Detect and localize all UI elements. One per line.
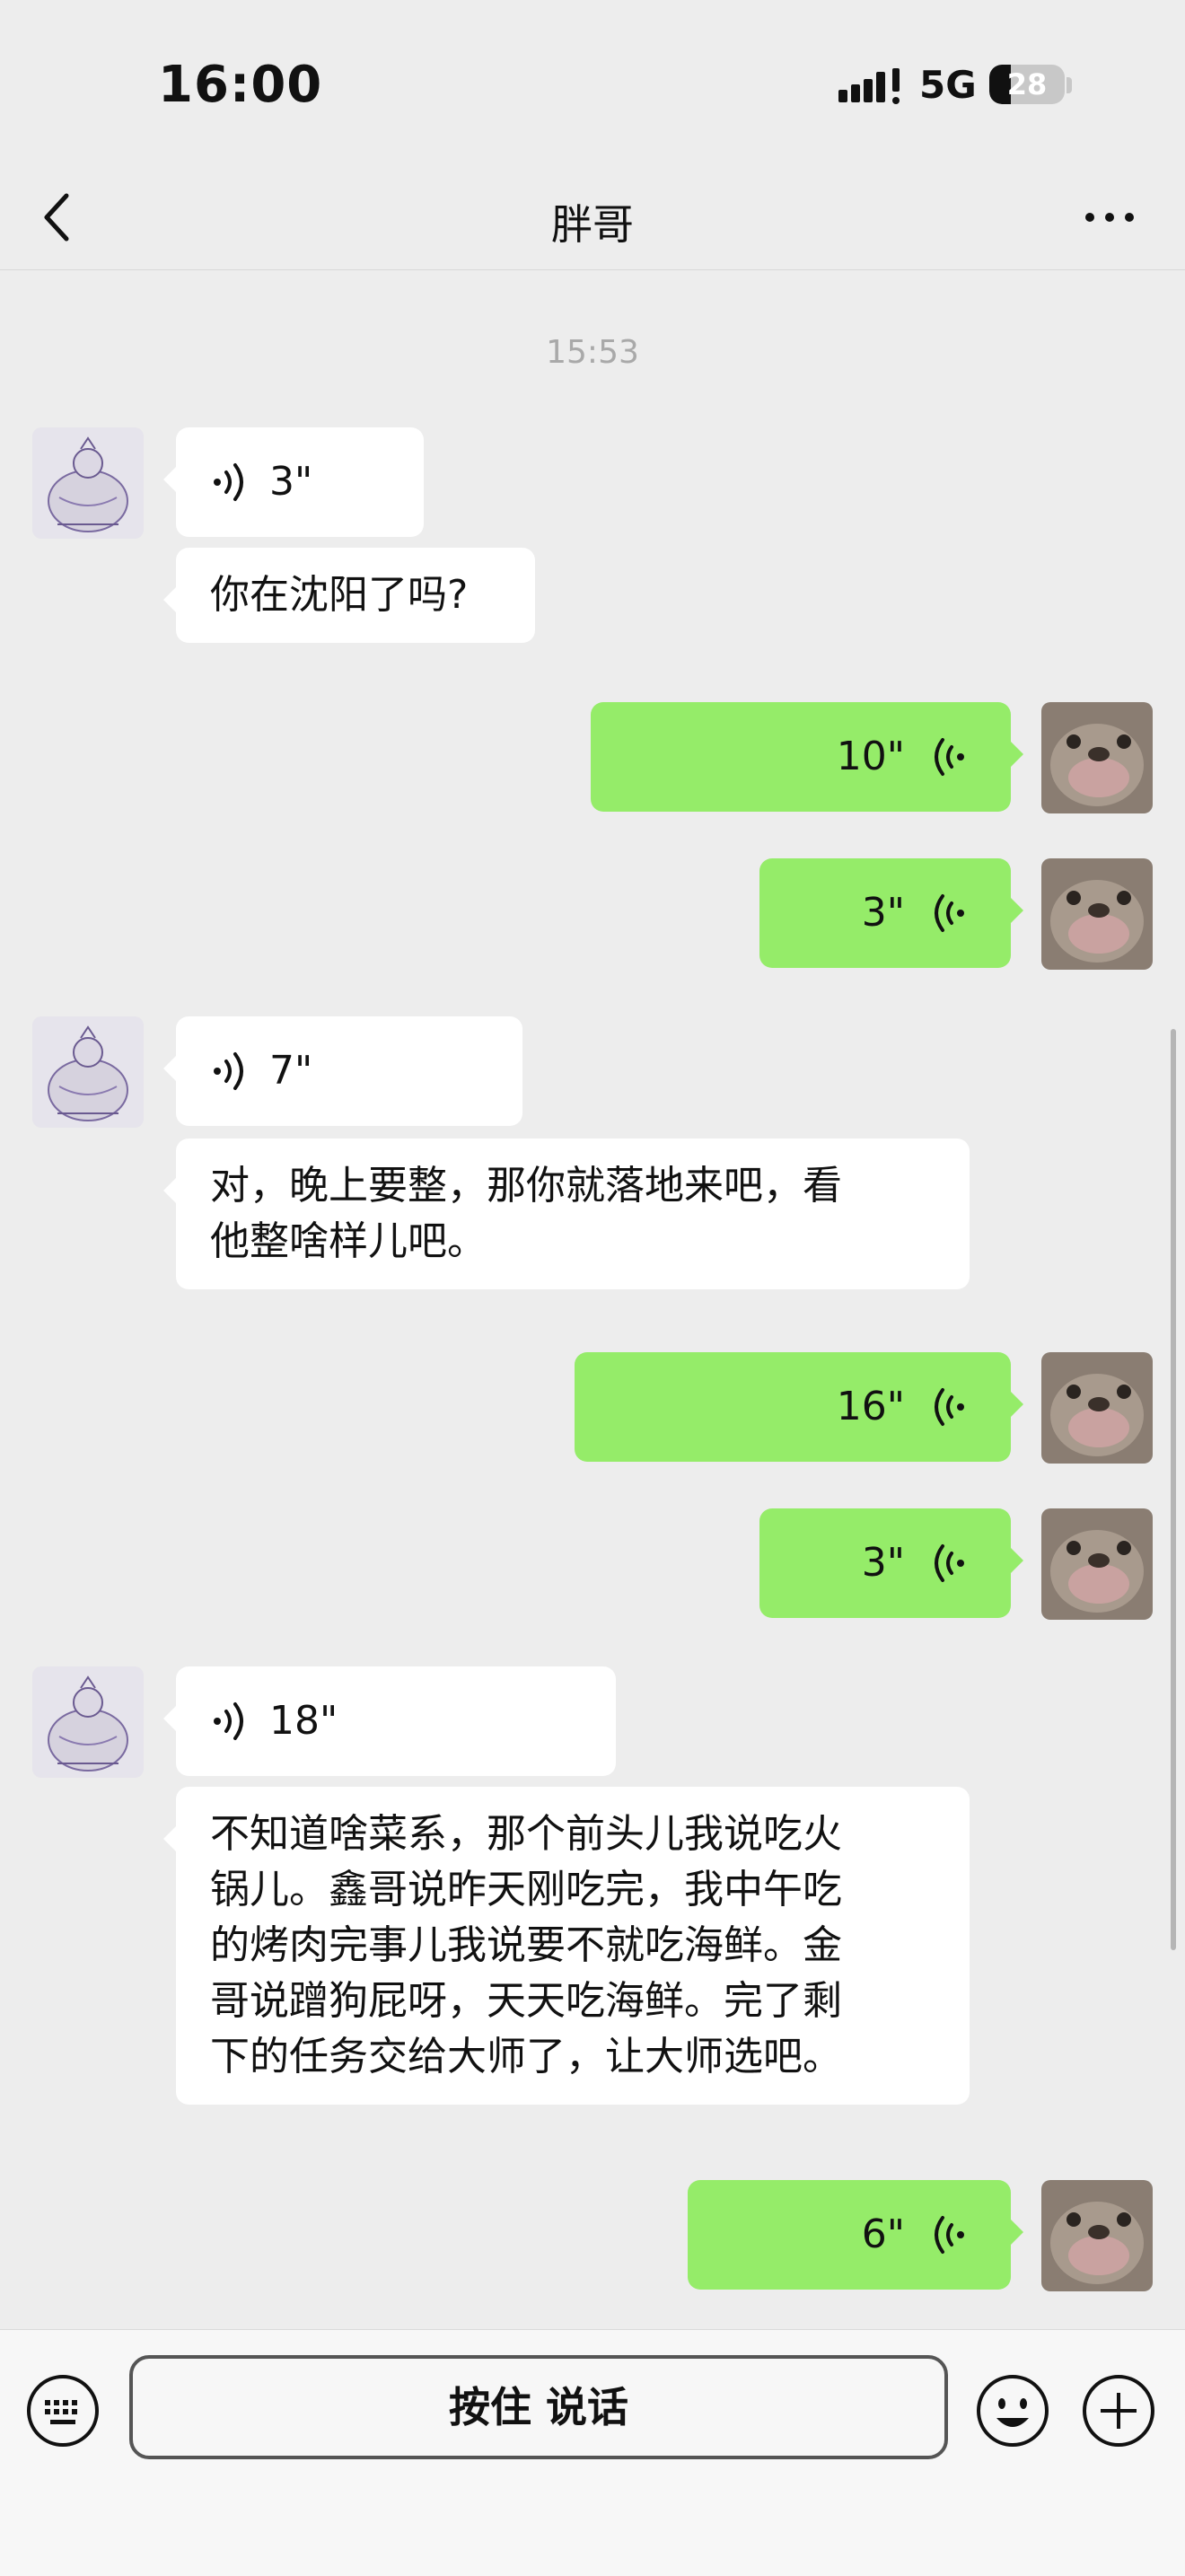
message-line: 锅儿。鑫哥说昨天刚吃完，我中午吃 (210, 1867, 842, 1912)
chat-header: 胖哥 (0, 171, 1185, 270)
status-bar: 16:00 5G 28 (0, 0, 1185, 171)
network-type: 5G (919, 63, 977, 107)
text-message-incoming[interactable]: 你在沈阳了吗? (163, 548, 535, 643)
voice-message-outgoing[interactable]: 16" (575, 1352, 1023, 1462)
voice-message-outgoing[interactable]: 10" (591, 702, 1023, 812)
voice-wave-icon (935, 894, 964, 932)
hold-to-talk-button[interactable]: 按住 说话 (129, 2355, 948, 2459)
voice-message-incoming[interactable]: 7" (163, 1016, 522, 1126)
voice-duration: 3" (861, 1540, 905, 1586)
self-avatar[interactable] (1041, 702, 1153, 813)
input-bar: 按住 说话 (0, 2329, 1185, 2576)
message-line: 对，晚上要整，那你就落地来吧，看 (210, 1163, 842, 1209)
text-message-incoming[interactable]: 不知道啥菜系，那个前头儿我说吃火 锅儿。鑫哥说昨天刚吃完，我中午吃 的烤肉完事儿… (163, 1787, 970, 2105)
battery-percent: 28 (1006, 67, 1048, 101)
self-avatar[interactable] (1041, 1508, 1153, 1620)
message-line: 不知道啥菜系，那个前头儿我说吃火 (210, 1811, 842, 1857)
voice-duration: 3" (861, 890, 905, 936)
message-line: 他整啥样儿吧。 (210, 1218, 487, 1264)
voice-duration: 7" (269, 1048, 313, 1094)
voice-message-outgoing[interactable]: 6" (688, 2180, 1023, 2290)
voice-wave-icon (935, 1544, 964, 1582)
voice-wave-icon (214, 1052, 243, 1090)
self-avatar[interactable] (1041, 858, 1153, 970)
chat-scrollbar[interactable] (1171, 1029, 1176, 1950)
voice-message-incoming[interactable]: 18" (163, 1666, 616, 1776)
text-message-incoming[interactable]: 对，晚上要整，那你就落地来吧，看 他整啥样儿吧。 (163, 1139, 970, 1289)
voice-wave-icon (935, 738, 964, 776)
voice-duration: 10" (836, 734, 905, 779)
voice-message-incoming[interactable]: 3" (163, 427, 424, 537)
chat-title: 胖哥 (551, 200, 634, 249)
voice-wave-icon (214, 1702, 243, 1740)
voice-wave-icon (935, 2216, 964, 2254)
more-dots-icon[interactable] (1083, 207, 1137, 228)
voice-duration: 18" (269, 1698, 338, 1744)
message-line: 你在沈阳了吗? (210, 572, 469, 618)
contact-avatar[interactable] (32, 1666, 144, 1778)
voice-wave-icon (935, 1388, 964, 1426)
voice-duration: 3" (269, 459, 313, 505)
message-timestamp: 15:53 (546, 334, 639, 371)
emoji-icon[interactable] (975, 2373, 1050, 2449)
plus-icon[interactable] (1081, 2373, 1156, 2449)
voice-duration: 16" (836, 1384, 905, 1429)
contact-avatar[interactable] (32, 1016, 144, 1128)
voice-message-outgoing[interactable]: 3" (759, 1508, 1023, 1618)
self-avatar[interactable] (1041, 2180, 1153, 2291)
keyboard-icon[interactable] (25, 2373, 101, 2449)
status-time: 16:00 (158, 56, 323, 114)
message-line: 哥说蹭狗屁呀，天天吃海鲜。完了剩 (210, 1978, 842, 2024)
voice-duration: 6" (861, 2211, 905, 2257)
voice-message-outgoing[interactable]: 3" (759, 858, 1023, 968)
message-line: 的烤肉完事儿我说要不就吃海鲜。金 (210, 1922, 842, 1968)
voice-wave-icon (214, 463, 243, 501)
message-line: 下的任务交给大师了，让大师选吧。 (210, 2034, 842, 2079)
signal-icon (838, 68, 900, 104)
self-avatar[interactable] (1041, 1352, 1153, 1464)
contact-avatar[interactable] (32, 427, 144, 539)
battery-icon: 28 (989, 63, 1072, 108)
